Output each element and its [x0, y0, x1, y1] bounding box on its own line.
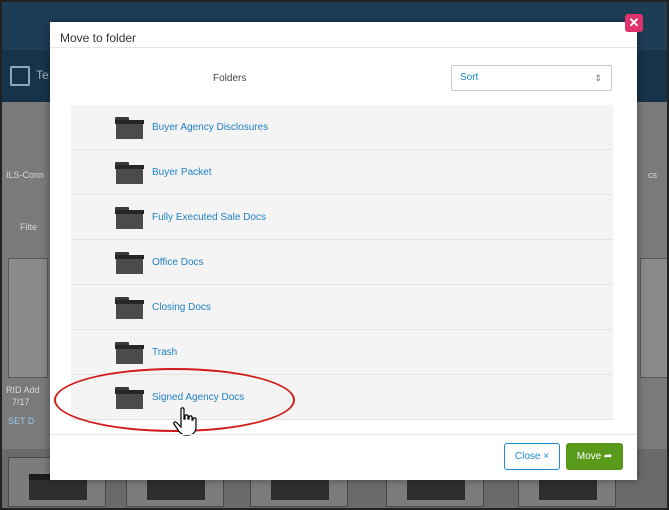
folder-name: Office Docs [152, 257, 204, 268]
folder-icon [115, 252, 144, 274]
folder-row[interactable]: Buyer Packet [71, 150, 613, 195]
filter-label: Filte [20, 222, 38, 232]
folder-row[interactable]: Closing Docs [71, 285, 613, 330]
folders-header: Folders [213, 73, 247, 84]
folder-row[interactable]: Buyer Agency Disclosures [71, 105, 613, 150]
folder-icon [115, 207, 144, 229]
folder-name: Trash [152, 347, 178, 358]
folder-name: Buyer Packet [152, 167, 212, 178]
folder-icon [115, 297, 144, 319]
close-icon[interactable]: ✕ [625, 14, 643, 32]
sort-arrows-icon: ⇕ [594, 73, 602, 83]
close-button[interactable]: Close × [504, 443, 560, 470]
move-button[interactable]: Move ➦ [566, 443, 623, 470]
folder-icon [115, 342, 144, 364]
dialog-title: Move to folder [60, 31, 137, 45]
folder-name: Buyer Agency Disclosures [152, 122, 269, 133]
hand-cursor-icon [173, 407, 197, 436]
folder-row[interactable]: Office Docs [71, 240, 613, 285]
screenshot-frame: Te Filte RID Add 7/17 SET D ILS-Conn cs … [0, 0, 669, 510]
dialog-header-divider [50, 47, 637, 48]
bg-text: RID Add [6, 385, 40, 395]
bg-text: SET D [8, 416, 35, 426]
dialog-footer-divider [50, 434, 637, 435]
app-toolbar-title: Te [36, 68, 49, 82]
sort-selected-value: Sort [460, 72, 479, 83]
folder-icon [115, 117, 144, 139]
layout-icon [10, 66, 30, 86]
folder-row[interactable]: Fully Executed Sale Docs [71, 195, 613, 240]
folder-name: Fully Executed Sale Docs [152, 212, 266, 223]
bg-card [640, 258, 667, 378]
folder-icon [115, 162, 144, 184]
bg-text: ILS-Conn [6, 170, 45, 180]
bg-card [8, 258, 48, 378]
sort-select[interactable]: Sort ⇕ [451, 65, 612, 91]
folder-name: Closing Docs [152, 302, 211, 313]
bg-text: cs [648, 170, 657, 180]
bg-text: 7/17 [12, 397, 30, 407]
